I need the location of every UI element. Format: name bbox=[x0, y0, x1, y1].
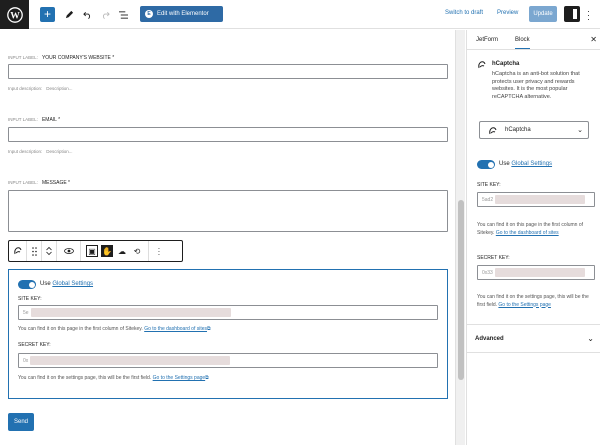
use-global-settings-toggle[interactable] bbox=[18, 280, 36, 289]
sidebar-tabs: JetForm Block ✕ bbox=[467, 30, 600, 50]
scrollbar-thumb[interactable] bbox=[458, 200, 464, 380]
secret-key-input[interactable]: 0x bbox=[18, 353, 438, 368]
redo-icon[interactable] bbox=[99, 7, 111, 22]
email-input[interactable] bbox=[8, 127, 448, 142]
use-global-settings-label: Use Global Settings bbox=[40, 281, 94, 287]
chevron-down-icon: ⌄ bbox=[577, 127, 583, 134]
dashboard-of-sites-link[interactable]: Go to the dashboard of sites bbox=[144, 326, 207, 332]
select-value: hCaptcha bbox=[505, 127, 531, 133]
hcaptcha-block[interactable]: Use Global Settings SITE KEY: 5e You can… bbox=[8, 269, 448, 399]
list-view-icon[interactable] bbox=[117, 7, 129, 22]
hcaptcha-icon bbox=[489, 127, 497, 135]
website-input[interactable] bbox=[8, 64, 448, 79]
update-button[interactable]: Update bbox=[529, 6, 557, 22]
sidebar-divider bbox=[467, 352, 600, 353]
sidebar-use-global-settings-label: Use Global Settings bbox=[499, 161, 553, 167]
secret-key-label: SECRET KEY: bbox=[18, 342, 51, 348]
settings-sidebar: JetForm Block ✕ hCaptcha hCaptcha is an … bbox=[466, 30, 600, 445]
sidebar-site-key-label: SITE KEY: bbox=[477, 182, 501, 188]
field-message-label: INPUT LABEL: MESSAGE * bbox=[8, 180, 71, 186]
sidebar-secret-key-help: You can find it on the settings page, th… bbox=[477, 294, 589, 308]
sidebar-site-key-input[interactable]: 5ad2 bbox=[477, 192, 595, 207]
global-settings-link[interactable]: Global Settings bbox=[52, 281, 93, 287]
turnstile-provider-icon[interactable]: ☁ bbox=[116, 245, 128, 257]
editor-canvas: INPUT LABEL: YOUR COMPANY'S WEBSITE * Inp… bbox=[0, 30, 455, 445]
block-toolbar: ▣ ✋ ☁ ⟲ · · · bbox=[8, 240, 183, 262]
field-email-label: INPUT LABEL: EMAIL * bbox=[8, 117, 61, 123]
block-title: hCaptcha bbox=[492, 61, 520, 67]
site-key-label: SITE KEY: bbox=[18, 296, 42, 302]
hcaptcha-provider-icon[interactable]: ✋ bbox=[101, 245, 113, 257]
sidebar-divider bbox=[467, 324, 600, 325]
preview-button[interactable]: Preview bbox=[497, 10, 518, 16]
add-block-button[interactable]: + bbox=[40, 7, 55, 22]
site-key-help: You can find it on this page in the firs… bbox=[18, 326, 211, 332]
pencil-icon[interactable] bbox=[63, 7, 75, 22]
tab-jetform[interactable]: JetForm bbox=[476, 37, 498, 43]
settings-panel-icon[interactable] bbox=[564, 6, 580, 22]
secret-key-help: You can find it on the settings page, th… bbox=[18, 375, 209, 381]
elementor-icon: E bbox=[145, 10, 153, 18]
field-email-description: Input description: Description... bbox=[8, 149, 73, 154]
chevron-down-icon[interactable]: ⌄ bbox=[587, 334, 594, 343]
sidebar-global-settings-link[interactable]: Global Settings bbox=[511, 161, 552, 167]
canvas-scrollbar[interactable] bbox=[455, 30, 465, 445]
more-options-icon[interactable]: · · · bbox=[149, 241, 169, 261]
field-website-label: INPUT LABEL: YOUR COMPANY'S WEBSITE * bbox=[8, 55, 115, 61]
move-down-icon[interactable] bbox=[46, 251, 52, 256]
sidebar-dashboard-of-sites-link[interactable]: Go to the dashboard of sites bbox=[496, 230, 559, 236]
svg-text:W: W bbox=[10, 10, 20, 21]
captcha-provider-switcher: ▣ ✋ ☁ ⟲ bbox=[81, 241, 149, 261]
drag-icon[interactable] bbox=[27, 241, 42, 261]
sidebar-site-key-help: You can find it on this page in the firs… bbox=[477, 222, 583, 236]
eye-icon[interactable] bbox=[57, 241, 81, 261]
sidebar-use-global-settings-toggle[interactable] bbox=[477, 160, 495, 169]
tab-block[interactable]: Block bbox=[515, 37, 530, 49]
editor-top-bar: W + E Edit with Elementor Switch to draf… bbox=[0, 0, 600, 29]
edit-with-elementor-button[interactable]: E Edit with Elementor bbox=[140, 6, 223, 22]
undo-icon[interactable] bbox=[81, 7, 93, 22]
hcaptcha-icon[interactable] bbox=[9, 241, 27, 261]
close-icon[interactable]: ✕ bbox=[590, 35, 597, 44]
hcaptcha-icon bbox=[477, 60, 487, 72]
message-textarea[interactable] bbox=[8, 190, 448, 232]
settings-page-link[interactable]: Go to the Settings page bbox=[153, 375, 206, 381]
captcha-provider-select[interactable]: hCaptcha ⌄ bbox=[479, 121, 589, 139]
captcha-provider-option-icon[interactable]: ▣ bbox=[86, 245, 98, 257]
field-website-description: Input description: Description... bbox=[8, 86, 73, 91]
move-buttons bbox=[42, 241, 57, 261]
friendly-captcha-provider-icon[interactable]: ⟲ bbox=[131, 245, 143, 257]
sidebar-secret-key-input[interactable]: 0x33 bbox=[477, 265, 595, 280]
site-key-input[interactable]: 5e bbox=[18, 305, 438, 320]
send-button[interactable]: Send bbox=[8, 413, 34, 431]
wordpress-logo-icon[interactable]: W bbox=[0, 0, 29, 29]
elementor-button-label: Edit with Elementor bbox=[157, 11, 209, 17]
kebab-icon[interactable]: · · · bbox=[587, 7, 590, 24]
sidebar-settings-page-link[interactable]: Go to the Settings page bbox=[498, 302, 551, 308]
switch-to-draft-button[interactable]: Switch to draft bbox=[445, 10, 483, 16]
advanced-panel-toggle[interactable]: Advanced bbox=[475, 336, 504, 342]
block-description: hCaptcha is an anti-bot solution that pr… bbox=[492, 71, 580, 101]
sidebar-secret-key-label: SECRET KEY: bbox=[477, 255, 510, 261]
